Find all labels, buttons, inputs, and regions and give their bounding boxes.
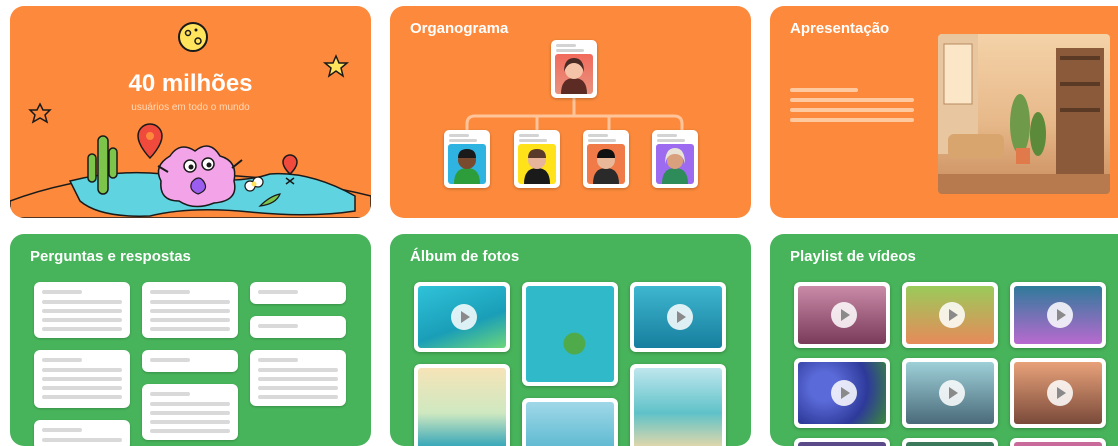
play-icon[interactable] — [451, 304, 477, 330]
question-tile[interactable] — [250, 350, 346, 406]
card-title: Perguntas e respostas — [30, 248, 191, 265]
qa-card[interactable]: Perguntas e respostas — [10, 234, 371, 446]
question-tile[interactable] — [142, 350, 238, 372]
room-image — [938, 34, 1110, 194]
play-icon[interactable] — [667, 304, 693, 330]
text-line — [790, 118, 914, 122]
org-node-employee[interactable] — [514, 130, 560, 188]
users-stat-card[interactable]: 40 milhões usuários em todo o mundo — [10, 6, 371, 218]
question-tile[interactable] — [142, 282, 238, 338]
photo-tile[interactable] — [522, 398, 618, 446]
video-tile[interactable] — [1010, 358, 1106, 428]
monster-icon — [157, 145, 243, 208]
photo-tile[interactable] — [630, 282, 726, 352]
avatar — [555, 54, 593, 94]
play-icon[interactable] — [939, 302, 965, 328]
avatar — [587, 144, 625, 184]
org-node-manager[interactable] — [551, 40, 597, 98]
org-node-employee[interactable] — [652, 130, 698, 188]
photo-album-card[interactable]: Álbum de fotos — [390, 234, 751, 446]
video-tile[interactable] — [794, 438, 890, 446]
question-tile[interactable] — [34, 282, 130, 338]
question-tile[interactable] — [250, 282, 346, 304]
photo-tile[interactable] — [414, 282, 510, 352]
avatar — [518, 144, 556, 184]
user-count-subtitle: usuários em todo o mundo — [131, 102, 250, 113]
card-title: Playlist de vídeos — [790, 248, 916, 265]
play-icon[interactable] — [939, 380, 965, 406]
play-icon[interactable] — [831, 302, 857, 328]
video-tile[interactable] — [1010, 438, 1106, 446]
card-title: Apresentação — [790, 20, 890, 37]
video-tile[interactable] — [794, 282, 890, 348]
video-tile[interactable] — [902, 282, 998, 348]
avatar — [448, 144, 486, 184]
presentation-card[interactable]: Apresentação — [770, 6, 1118, 218]
play-icon[interactable] — [1047, 302, 1073, 328]
video-tile[interactable] — [902, 438, 998, 446]
photo-tile[interactable] — [522, 282, 618, 386]
photo-tile[interactable] — [414, 364, 510, 446]
video-tile[interactable] — [902, 358, 998, 428]
text-line — [790, 88, 858, 92]
play-icon[interactable] — [831, 380, 857, 406]
text-line — [790, 108, 914, 112]
card-title: Álbum de fotos — [410, 248, 520, 265]
video-playlist-card[interactable]: Playlist de vídeos — [770, 234, 1118, 446]
org-chart-card[interactable]: Organograma — [390, 6, 751, 218]
video-tile[interactable] — [794, 358, 890, 428]
user-count: 40 milhões — [128, 70, 253, 97]
avatar — [656, 144, 694, 184]
question-tile[interactable] — [34, 350, 130, 408]
question-tile[interactable] — [142, 384, 238, 440]
photo-tile[interactable] — [630, 364, 726, 446]
question-tile[interactable] — [34, 420, 130, 446]
play-icon[interactable] — [1047, 380, 1073, 406]
moon-icon — [178, 22, 208, 52]
org-node-employee[interactable] — [444, 130, 490, 188]
question-tile[interactable] — [250, 316, 346, 338]
video-tile[interactable] — [1010, 282, 1106, 348]
text-line — [790, 98, 914, 102]
org-node-employee[interactable] — [583, 130, 629, 188]
map-pin-icon — [137, 123, 163, 160]
